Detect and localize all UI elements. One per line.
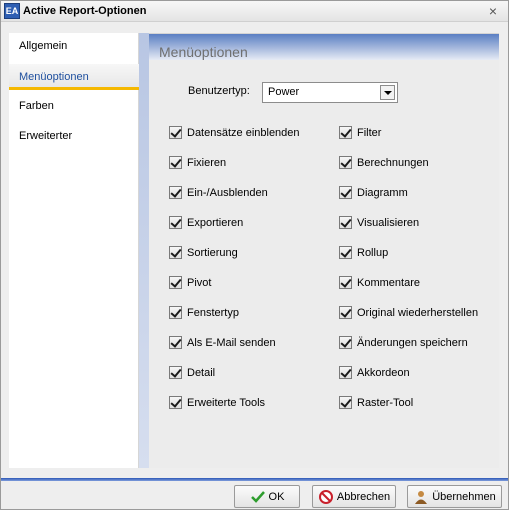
checkbox[interactable] bbox=[339, 156, 352, 169]
page-title: Menüoptionen bbox=[159, 44, 248, 60]
option-label: Visualisieren bbox=[357, 217, 420, 229]
apply-button[interactable]: Übernehmen bbox=[407, 485, 502, 508]
option-label: Fenstertyp bbox=[187, 307, 239, 319]
cancel-label: Abbrechen bbox=[336, 490, 391, 503]
checkbox[interactable] bbox=[169, 366, 182, 379]
checkbox[interactable] bbox=[339, 186, 352, 199]
checkbox[interactable] bbox=[169, 186, 182, 199]
sidebar-divider bbox=[139, 33, 149, 468]
checkbox[interactable] bbox=[339, 126, 352, 139]
option-label: Berechnungen bbox=[357, 157, 429, 169]
checkbox[interactable] bbox=[339, 216, 352, 229]
checkbox[interactable] bbox=[169, 336, 182, 349]
checkbox[interactable] bbox=[339, 306, 352, 319]
checkbox[interactable] bbox=[169, 126, 182, 139]
option-label: Diagramm bbox=[357, 187, 408, 199]
sidebar: Allgemein Menüoptionen Farben Erweiterte… bbox=[9, 33, 139, 468]
option-label: Fixieren bbox=[187, 157, 227, 169]
title-bar: EA Active Report-Optionen × bbox=[1, 1, 508, 22]
checkbox[interactable] bbox=[339, 276, 352, 289]
chevron-down-icon[interactable] bbox=[380, 85, 395, 100]
checkbox[interactable] bbox=[339, 336, 352, 349]
sidebar-item-farben[interactable]: Farben bbox=[9, 93, 139, 119]
no-entry-icon bbox=[318, 489, 334, 505]
checkbox[interactable] bbox=[339, 366, 352, 379]
option-label: Erweiterte Tools bbox=[187, 397, 266, 409]
options-panel: Menüoptionen Benutzertyp: Power Datensät… bbox=[149, 33, 499, 468]
checkbox[interactable] bbox=[169, 246, 182, 259]
sidebar-item-erweiterter[interactable]: Erweiterter bbox=[9, 123, 139, 149]
ok-label: OK bbox=[268, 490, 285, 503]
checkbox[interactable] bbox=[169, 276, 182, 289]
window-title: Active Report-Optionen bbox=[23, 5, 147, 17]
option-label: Ein-/Ausblenden bbox=[187, 187, 268, 199]
option-label: Rollup bbox=[357, 247, 389, 259]
option-label: Pivot bbox=[187, 277, 212, 289]
option-label: Detail bbox=[187, 367, 216, 379]
option-label: Datensätze einblenden bbox=[187, 127, 300, 139]
checkbox[interactable] bbox=[169, 156, 182, 169]
option-label: Filter bbox=[357, 127, 382, 139]
checkbox[interactable] bbox=[339, 396, 352, 409]
user-icon bbox=[413, 489, 429, 505]
option-label: Exportieren bbox=[187, 217, 244, 229]
checkbox[interactable] bbox=[169, 396, 182, 409]
option-label: Änderungen speichern bbox=[357, 337, 468, 349]
option-label: Original wiederherstellen bbox=[357, 307, 479, 319]
option-label: Sortierung bbox=[187, 247, 238, 259]
checkbox[interactable] bbox=[169, 306, 182, 319]
option-label: Akkordeon bbox=[357, 367, 410, 379]
close-icon[interactable]: × bbox=[486, 4, 500, 18]
user-type-value: Power bbox=[268, 86, 300, 98]
checkmark-icon bbox=[250, 489, 266, 505]
user-type-select[interactable]: Power bbox=[262, 82, 398, 103]
checkbox[interactable] bbox=[169, 216, 182, 229]
user-type-label: Benutzertyp: bbox=[188, 85, 250, 97]
cancel-button[interactable]: Abbrechen bbox=[312, 485, 396, 508]
apply-label: Übernehmen bbox=[432, 490, 496, 503]
option-label: Raster-Tool bbox=[357, 397, 414, 409]
options-dialog: EA Active Report-Optionen × Allgemein Me… bbox=[0, 0, 509, 510]
sidebar-item-allgemein[interactable]: Allgemein bbox=[9, 33, 139, 59]
checkbox[interactable] bbox=[339, 246, 352, 259]
ok-button[interactable]: OK bbox=[234, 485, 300, 508]
option-label: Als E-Mail senden bbox=[187, 337, 276, 349]
option-label: Kommentare bbox=[357, 277, 420, 289]
app-logo-icon: EA bbox=[4, 3, 20, 19]
sidebar-item-menueoptionen[interactable]: Menüoptionen bbox=[9, 64, 139, 90]
